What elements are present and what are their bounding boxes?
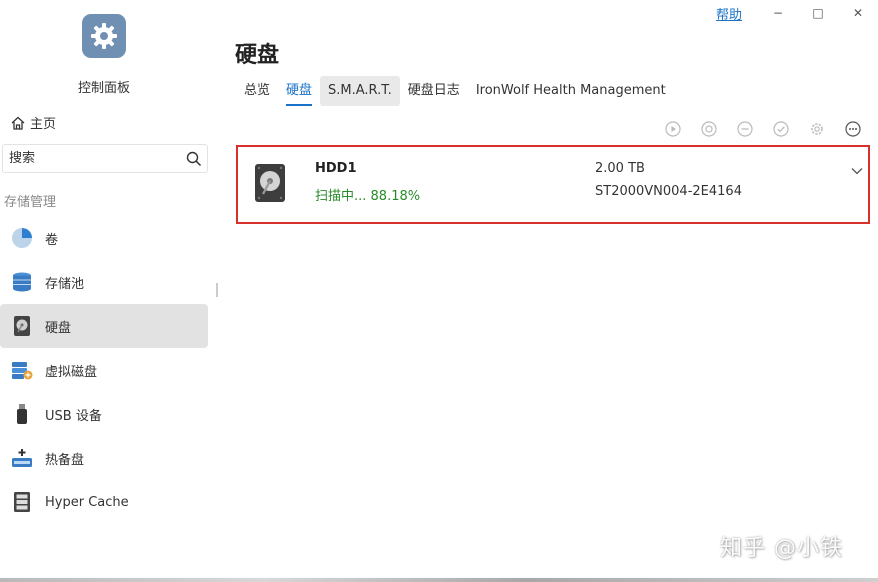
sidebar-item-label: 硬盘 <box>45 320 72 336</box>
tab-hard-disk[interactable]: 硬盘 <box>278 76 320 106</box>
watermark: 知乎 @小铁 <box>720 536 843 561</box>
sidebar-nav: 卷 存储池 硬盘 虚拟磁盘 USB 设备 热备盘 Hyper Cache <box>0 216 208 524</box>
sidebar-resize-handle[interactable] <box>216 283 218 297</box>
disk-name: HDD1 <box>315 161 357 176</box>
sidebar-item-hyper-cache[interactable]: Hyper Cache <box>0 480 208 524</box>
control-panel-gear-icon[interactable] <box>82 14 126 58</box>
sidebar-item-usb[interactable]: USB 设备 <box>0 392 208 436</box>
virtual-disk-icon <box>10 358 34 382</box>
check-circle-icon[interactable] <box>772 120 790 138</box>
maximize-button[interactable]: □ <box>798 6 838 20</box>
bottom-strip <box>0 578 878 582</box>
sidebar-item-hot-spare[interactable]: 热备盘 <box>0 436 208 480</box>
disk-model: ST2000VN004-2E4164 <box>595 184 742 199</box>
hyper-cache-icon <box>10 490 34 514</box>
page-title: 硬盘 <box>235 43 280 68</box>
sidebar-item-label: 卷 <box>45 232 59 248</box>
disk-scan-status: 扫描中... 88.18% <box>315 189 421 204</box>
sidebar-item-label: USB 设备 <box>45 408 102 424</box>
search-input[interactable] <box>3 145 181 172</box>
sidebar-item-hard-disk[interactable]: 硬盘 <box>0 304 208 348</box>
target-icon[interactable] <box>700 120 718 138</box>
gear-icon[interactable] <box>808 120 826 138</box>
more-icon[interactable] <box>844 120 862 138</box>
tab-overview[interactable]: 总览 <box>236 76 278 106</box>
storage-pool-icon <box>10 270 34 294</box>
sidebar: 控制面板 主页 存储管理 卷 <box>0 0 218 582</box>
tab-bar: 总览 硬盘 S.M.A.R.T. 硬盘日志 IronWolf Health Ma… <box>236 76 674 106</box>
sidebar-item-volume[interactable]: 卷 <box>0 216 208 260</box>
tab-ironwolf-health[interactable]: IronWolf Health Management <box>468 76 674 106</box>
search-icon[interactable] <box>181 151 207 167</box>
section-label-storage: 存储管理 <box>4 195 57 210</box>
volume-pie-icon <box>10 226 34 250</box>
hard-disk-icon <box>254 163 286 207</box>
home-label: 主页 <box>30 117 57 132</box>
tab-smart[interactable]: S.M.A.R.T. <box>320 76 400 106</box>
app-label: 控制面板 <box>77 81 130 96</box>
hard-disk-icon <box>10 314 34 338</box>
chevron-down-icon[interactable] <box>850 163 864 182</box>
sidebar-item-storage-pool[interactable]: 存储池 <box>0 260 208 304</box>
window-controls: 帮助 − □ ✕ <box>716 4 878 23</box>
tab-disk-log[interactable]: 硬盘日志 <box>400 76 468 106</box>
hot-spare-icon <box>10 446 34 470</box>
sidebar-item-label: 热备盘 <box>45 452 85 468</box>
search-box <box>2 144 208 173</box>
disk-toolbar <box>646 120 862 138</box>
usb-icon <box>10 402 34 426</box>
play-icon[interactable] <box>664 120 682 138</box>
home-link[interactable]: 主页 <box>10 113 56 132</box>
sidebar-item-label: 虚拟磁盘 <box>45 364 98 380</box>
sidebar-item-virtual-disk[interactable]: 虚拟磁盘 <box>0 348 208 392</box>
disk-card-hdd1[interactable]: HDD1 扫描中... 88.18% 2.00 TB ST2000VN004-2… <box>236 145 870 224</box>
sidebar-item-label: Hyper Cache <box>45 494 129 510</box>
minimize-button[interactable]: − <box>758 6 798 20</box>
help-link[interactable]: 帮助 <box>716 4 742 23</box>
minus-circle-icon[interactable] <box>736 120 754 138</box>
disk-capacity: 2.00 TB <box>595 161 645 176</box>
close-button[interactable]: ✕ <box>838 6 878 20</box>
sidebar-item-label: 存储池 <box>45 276 85 292</box>
home-icon <box>11 116 25 130</box>
